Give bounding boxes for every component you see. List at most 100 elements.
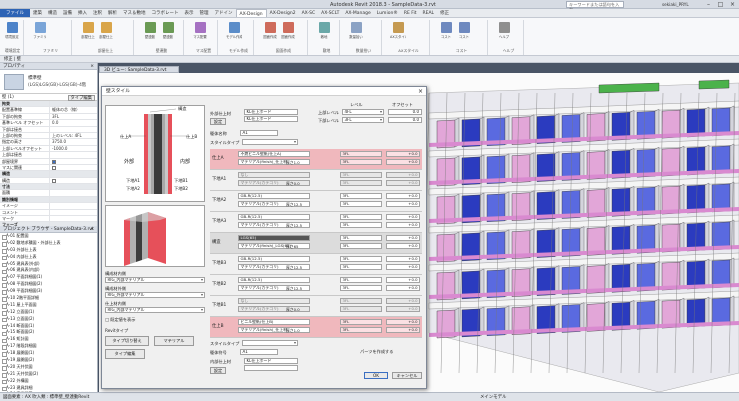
bottom-offset-input[interactable]: 0.0 (388, 117, 422, 123)
show-default-checkbox[interactable]: □ 既定値を表示 (105, 317, 135, 323)
layer-material-select[interactable]: なし (238, 172, 310, 178)
layer-material-select[interactable]: 不燃ビニル壁紙(仕上A) (238, 151, 310, 157)
material-select[interactable]: RIG_内部マテリアル (105, 307, 205, 313)
layer-level-select[interactable]: 3FL (340, 235, 382, 241)
layer-level-select[interactable]: 3FL (340, 172, 382, 178)
material-select[interactable]: RIG_内部マテリアル (105, 277, 205, 283)
property-value[interactable]: 躯体の芯（線） (50, 107, 97, 112)
property-value[interactable] (50, 152, 97, 157)
layer-level-select[interactable]: 3FL (340, 306, 382, 312)
ribbon-tab[interactable]: ファイル (0, 9, 30, 17)
layer-material-select[interactable]: GB-R(12.5) (238, 256, 310, 262)
layer-level-select[interactable]: 3FL (340, 214, 382, 220)
layer-material-select[interactable]: ビニル壁紙(仕上B) (238, 319, 310, 325)
wall-layer-row[interactable]: 下地A2 GB-R(12.5) マテリアル(カテゴリ) 厚さ12.5 3FL 3FL +0.… (210, 191, 422, 212)
property-value[interactable]: -1000.0 (50, 146, 97, 151)
inner-finish-input-2[interactable] (244, 365, 298, 371)
ribbon-tab[interactable]: AX-SC (299, 9, 319, 17)
property-value[interactable] (50, 190, 97, 195)
browser-item[interactable]: A-02 敷地求積図・外部仕上表 (0, 240, 97, 247)
minimize-icon[interactable]: – (703, 0, 714, 9)
checkbox[interactable] (52, 165, 56, 170)
layer-material-select[interactable]: LGS(65) (238, 235, 310, 241)
browser-item[interactable]: A-20 天井伏図 (0, 364, 97, 371)
user-name[interactable]: sekiaki_PRYL (662, 2, 689, 7)
layer-material-select[interactable]: GB-R(12.5) (238, 214, 310, 220)
type-switch-button[interactable]: タイプ切り替え (105, 336, 149, 346)
checkbox[interactable] (52, 178, 56, 183)
ribbon-button[interactable]: 壁連動 (142, 22, 158, 42)
property-value[interactable] (50, 171, 97, 176)
type-edit-button[interactable]: タイプ編集 (105, 349, 145, 359)
wall-layer-row[interactable]: 構造 LGS(65) マテリアル(finish)_LGS(65) 厚さ65 3FL 3FL… (210, 233, 422, 254)
layer-level-select[interactable]: 3FL (340, 277, 382, 283)
property-value[interactable] (50, 127, 97, 132)
ribbon-tab[interactable]: AX-SCLT (318, 9, 342, 17)
ribbon-tab[interactable]: 解析 (105, 9, 120, 17)
wall-layer-row[interactable]: 下地A3 GB-R(12.5) マテリアル(カテゴリ) 厚さ12.5 3FL 3FL +0.… (210, 212, 422, 233)
finish-select-button-2[interactable]: 設定 (210, 367, 226, 374)
browser-item[interactable]: A-10 2階平面詳細 (0, 295, 97, 302)
property-value[interactable]: 3750.0 (50, 139, 97, 144)
layer-offset-input[interactable]: +0.0 (386, 327, 420, 333)
inner-finish-input[interactable]: KL仕上ボード (244, 358, 298, 364)
top-level-select[interactable]: 4FL (342, 109, 384, 115)
property-value[interactable] (50, 184, 97, 189)
close-icon[interactable]: × (418, 87, 423, 96)
property-value[interactable] (50, 178, 97, 183)
layer-level-select[interactable]: 3FL (340, 298, 382, 304)
outer-finish-input[interactable]: KL仕上ボード (244, 109, 298, 115)
layer-level-select[interactable]: 3FL (340, 151, 382, 157)
wall-name-input[interactable]: A1 (240, 130, 278, 136)
ribbon-tab[interactable]: 修正 (437, 9, 452, 17)
ribbon-tab[interactable]: 表示 (182, 9, 197, 17)
property-value[interactable] (50, 210, 97, 215)
ribbon-tab[interactable]: REAL (420, 9, 438, 17)
layer-offset-input[interactable]: +0.0 (386, 256, 420, 262)
layer-offset-input[interactable]: +0.0 (386, 214, 420, 220)
wall-layer-row[interactable]: 下地B1 なし マテリアル(カテゴリ) 厚さ0.0 3FL 3FL +0.0 +0.0 (210, 296, 422, 317)
ribbon-tab[interactable]: コラボレート (149, 9, 182, 17)
ribbon-button[interactable]: AXスタイル (390, 22, 406, 42)
ribbon-tab[interactable]: AX-Design (235, 9, 267, 17)
layer-offset-input[interactable]: +0.0 (386, 193, 420, 199)
ribbon-tab[interactable]: RE Fit (401, 9, 420, 17)
layer-material-detail[interactable]: マテリアル(finish)_LGS(65) (238, 243, 310, 249)
ribbon-tab[interactable]: 建築 (30, 9, 45, 17)
ribbon-tab[interactable]: AX-Manage (342, 9, 373, 17)
wall-no-input[interactable]: A1 (240, 349, 278, 355)
close-icon[interactable]: × (90, 63, 94, 70)
ribbon-tab[interactable]: 管理 (197, 9, 212, 17)
ribbon-button[interactable]: コスト (438, 22, 454, 42)
layer-offset-input[interactable]: +0.0 (386, 285, 420, 291)
layer-offset-input[interactable]: +0.0 (386, 222, 420, 228)
layer-material-select[interactable]: GB-R(12.5) (238, 193, 310, 199)
wall-layer-row[interactable]: 下地B3 GB-R(12.5) マテリアル(カテゴリ) 厚さ12.5 3FL 3FL +0.… (210, 254, 422, 275)
material-button[interactable]: マテリアル (154, 336, 194, 346)
property-value[interactable] (50, 197, 97, 202)
create-parts-checkbox[interactable]: パーツを作成する (360, 349, 393, 355)
ribbon-button[interactable]: コスト (456, 22, 472, 42)
browser-item[interactable]: A-21 天井伏図(2) (0, 371, 97, 378)
browser-item[interactable]: A-22 外構図 (0, 378, 97, 385)
property-value[interactable] (50, 203, 97, 208)
ribbon-tab[interactable]: アドイン (212, 9, 236, 17)
browser-item[interactable]: A-18 展開図(1) (0, 350, 97, 357)
property-value[interactable]: 0.0 (50, 120, 97, 125)
property-value[interactable]: 3FL (50, 114, 97, 119)
layer-level-select[interactable]: 3FL (340, 319, 382, 325)
layer-level-select[interactable]: 3FL (340, 256, 382, 262)
ribbon-button[interactable]: 環境設定 (4, 22, 20, 42)
type-selector[interactable]: 標準壁 (LGS)LGS(GB)-LGS(GB)-4階 (0, 70, 97, 94)
browser-item[interactable]: A-11 屋上平面図 (0, 302, 97, 309)
layer-level-select[interactable]: 3FL (340, 285, 382, 291)
ribbon-tab[interactable]: Lumion® (374, 9, 401, 17)
layer-offset-input[interactable]: +0.0 (386, 298, 420, 304)
style-type-select[interactable] (242, 139, 298, 145)
browser-item[interactable]: A-13 立面図(2) (0, 316, 97, 323)
wall-layer-row[interactable]: 下地B2 GB-R(12.5) マテリアル(カテゴリ) 厚さ12.5 3FL 3FL +0.… (210, 275, 422, 296)
wall-layer-row[interactable]: 仕上B ビニル壁紙(仕上B) マテリアル(finish)_仕上材 厚さ1.0 3FL 3F… (210, 317, 422, 338)
property-value[interactable] (50, 165, 97, 170)
browser-item[interactable]: A-04 内部仕上表 (0, 254, 97, 261)
ribbon-button[interactable]: 数量拾い (348, 22, 364, 42)
